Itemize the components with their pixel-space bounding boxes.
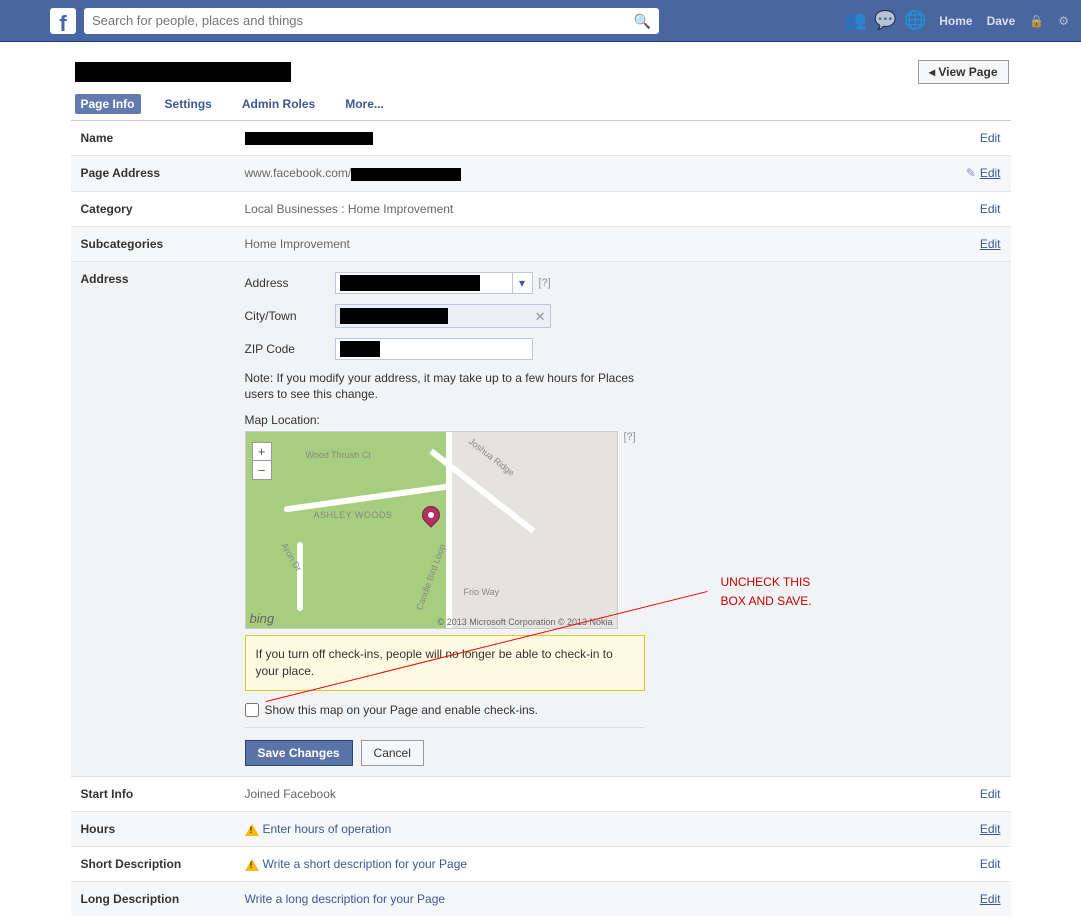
- row-long-description: Long Description Write a long descriptio…: [71, 882, 1011, 916]
- show-map-checkbox[interactable]: [245, 703, 259, 717]
- edit-name[interactable]: Edit: [980, 131, 1001, 145]
- nav-user[interactable]: Dave: [987, 14, 1016, 28]
- name-redacted: [245, 132, 373, 145]
- address-note: Note: If you modify your address, it may…: [245, 370, 645, 404]
- view-page-button[interactable]: ◂ View Page: [918, 60, 1009, 84]
- tab-page-info[interactable]: Page Info: [75, 94, 141, 114]
- clear-city-icon[interactable]: ✕: [535, 309, 546, 325]
- map-attribution: © 2013 Microsoft Corporation © 2013 Noki…: [438, 617, 613, 627]
- edit-subcategories[interactable]: Edit: [980, 237, 1001, 251]
- address-select[interactable]: ▾: [335, 272, 533, 294]
- search-input[interactable]: [84, 8, 659, 34]
- pencil-icon: ✎: [966, 166, 976, 180]
- edit-long-desc[interactable]: Edit: [980, 892, 1001, 906]
- row-address: Address Address ▾ [?] City/Town ✕ ZIP Co…: [71, 262, 1011, 777]
- search-icon[interactable]: 🔍: [634, 13, 651, 30]
- help-map[interactable]: [?]: [624, 431, 636, 443]
- tab-admin-roles[interactable]: Admin Roles: [236, 94, 321, 114]
- nav-home[interactable]: Home: [939, 14, 972, 28]
- warning-icon: [245, 859, 259, 871]
- city-input[interactable]: ✕: [335, 304, 551, 328]
- edit-start-info[interactable]: Edit: [980, 787, 1001, 801]
- url-redacted: [351, 168, 461, 181]
- row-category: Category Local Businesses : Home Improve…: [71, 192, 1011, 227]
- edit-category[interactable]: Edit: [980, 202, 1001, 216]
- notifications-icon[interactable]: 🌐: [905, 11, 925, 31]
- friend-requests-icon[interactable]: 👥: [845, 11, 865, 31]
- zip-input[interactable]: [335, 338, 533, 360]
- tab-settings[interactable]: Settings: [159, 94, 218, 114]
- admin-tabs: Page Info Settings Admin Roles More...: [71, 94, 1011, 121]
- tab-more[interactable]: More...: [339, 94, 390, 114]
- row-short-description: Short Description Write a short descript…: [71, 847, 1011, 882]
- zoom-out-button[interactable]: −: [253, 461, 271, 479]
- zip-redacted: [340, 341, 380, 357]
- chevron-down-icon: ▾: [512, 273, 532, 293]
- messages-icon[interactable]: 💬: [875, 11, 895, 31]
- help-address[interactable]: [?]: [539, 277, 551, 289]
- bing-logo: bing: [250, 611, 275, 626]
- edit-hours[interactable]: Edit: [980, 822, 1001, 836]
- long-desc-link[interactable]: Write a long description for your Page: [245, 892, 446, 906]
- settings-gear-icon[interactable]: ⚙: [1058, 14, 1069, 28]
- privacy-icon[interactable]: 🔒: [1029, 14, 1044, 28]
- row-page-address: Page Address www.facebook.com/ ✎ Edit: [71, 156, 1011, 191]
- short-desc-link[interactable]: Write a short description for your Page: [263, 857, 468, 871]
- facebook-logo[interactable]: f: [50, 8, 76, 34]
- warning-icon: [245, 824, 259, 836]
- show-map-checkbox-row[interactable]: Show this map on your Page and enable ch…: [245, 703, 645, 717]
- address-redacted: [340, 275, 480, 291]
- save-changes-button[interactable]: Save Changes: [245, 740, 353, 766]
- annotation-text: UNCHECK THISBOX AND SAVE.: [721, 572, 812, 609]
- topbar: f 🔍 👥 💬 🌐 Home Dave 🔒 ⚙: [0, 0, 1081, 42]
- edit-page-address[interactable]: Edit: [980, 166, 1001, 180]
- edit-short-desc[interactable]: Edit: [980, 857, 1001, 871]
- city-redacted: [340, 308, 448, 324]
- hours-link[interactable]: Enter hours of operation: [263, 822, 392, 836]
- cancel-button[interactable]: Cancel: [361, 740, 424, 766]
- page-title-redacted: [75, 62, 291, 82]
- map[interactable]: ASHLEY WOODS Wood Thrush Ct Joshua Ridge…: [245, 431, 618, 629]
- row-name: Name Edit: [71, 121, 1011, 156]
- zoom-in-button[interactable]: +: [253, 443, 271, 461]
- map-zoom: + −: [252, 442, 272, 480]
- row-start-info: Start Info Joined Facebook Edit: [71, 777, 1011, 812]
- row-subcategories: Subcategories Home Improvement Edit: [71, 227, 1011, 262]
- checkin-warning: If you turn off check-ins, people will n…: [245, 635, 645, 691]
- row-hours: Hours Enter hours of operation Edit: [71, 812, 1011, 847]
